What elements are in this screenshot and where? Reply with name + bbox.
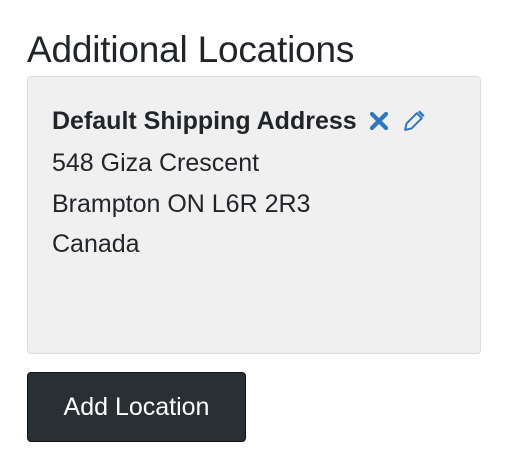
card-header: Default Shipping Address [52,104,428,138]
section-title: Additional Locations [27,29,355,70]
location-card: Default Shipping Address 548 Giza Cresce… [27,76,481,354]
address-city-province-postal: Brampton ON L6R 2R3 [52,190,311,218]
close-icon [369,111,388,131]
edit-location-button[interactable] [400,107,428,135]
card-title: Default Shipping Address [52,107,357,135]
add-location-button[interactable]: Add Location [27,372,246,442]
address-country: Canada [52,230,140,258]
pencil-icon [403,110,425,131]
delete-location-button[interactable] [368,110,390,132]
address-street: 548 Giza Crescent [52,149,260,177]
